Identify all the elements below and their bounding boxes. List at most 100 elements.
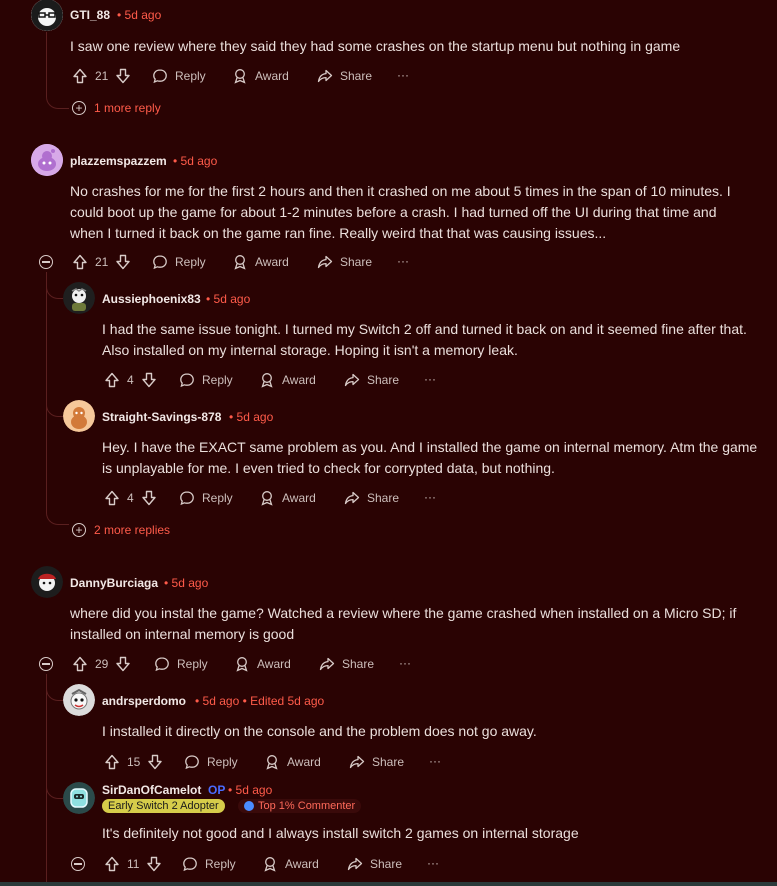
upvote-button[interactable]: 15 bbox=[104, 754, 163, 770]
timestamp: • 5d ago bbox=[117, 8, 162, 22]
upvote-icon bbox=[105, 490, 119, 506]
award-button[interactable]: Award bbox=[259, 372, 316, 388]
avatar[interactable] bbox=[31, 144, 63, 176]
comment-icon bbox=[153, 255, 167, 270]
comment-text: It's definitely not good and I always in… bbox=[102, 825, 579, 841]
username[interactable]: DannyBurciaga bbox=[70, 576, 158, 590]
share-button[interactable]: Share bbox=[317, 254, 372, 270]
username[interactable]: SirDanOfCamelot bbox=[102, 783, 201, 797]
upvote-icon bbox=[73, 254, 87, 270]
upvote-icon bbox=[73, 656, 87, 672]
downvote-icon[interactable] bbox=[147, 754, 163, 770]
comment-icon bbox=[153, 69, 167, 84]
upvote-button[interactable]: 29 bbox=[72, 656, 131, 672]
username[interactable]: GTI_88 bbox=[70, 8, 110, 22]
overflow-menu-button[interactable]: ··· bbox=[424, 490, 436, 504]
username[interactable]: plazzemspazzem bbox=[70, 154, 167, 168]
more-replies-link[interactable]: + 1 more reply bbox=[72, 101, 161, 115]
op-badge: OP bbox=[208, 783, 226, 797]
expand-icon: + bbox=[72, 523, 86, 537]
share-button[interactable]: Share bbox=[347, 856, 402, 872]
award-button[interactable]: Award bbox=[234, 656, 291, 672]
overflow-menu-button[interactable]: ··· bbox=[429, 754, 441, 768]
username[interactable]: Straight-Savings-878 bbox=[102, 410, 221, 424]
award-icon bbox=[261, 491, 273, 506]
downvote-icon[interactable] bbox=[141, 490, 157, 506]
overflow-menu-button[interactable]: ··· bbox=[424, 372, 436, 386]
upvote-button[interactable]: 21 bbox=[72, 68, 131, 84]
award-button[interactable]: Award bbox=[264, 754, 321, 770]
reply-button[interactable]: Reply bbox=[152, 254, 206, 270]
share-icon bbox=[317, 69, 333, 83]
overflow-menu-button[interactable]: ··· bbox=[427, 856, 439, 870]
share-button[interactable]: Share bbox=[317, 68, 372, 84]
share-icon bbox=[317, 255, 333, 269]
vote-count: 11 bbox=[127, 857, 140, 871]
award-icon bbox=[234, 69, 246, 84]
comment-text: I saw one review where they said they ha… bbox=[70, 38, 681, 54]
reply-button[interactable]: Reply bbox=[184, 754, 238, 770]
share-button[interactable]: Share bbox=[319, 656, 374, 672]
avatar[interactable] bbox=[63, 282, 95, 314]
share-button[interactable]: Share bbox=[344, 490, 399, 506]
timestamp: • 5d ago bbox=[229, 410, 274, 424]
top-commenter-badge: Top 1% Commenter bbox=[238, 799, 362, 813]
username[interactable]: andrsperdomo bbox=[102, 694, 186, 708]
overflow-menu-button[interactable]: ··· bbox=[397, 68, 409, 82]
overflow-menu-button[interactable]: ··· bbox=[397, 254, 409, 268]
collapse-thread-button[interactable] bbox=[39, 657, 53, 671]
downvote-icon[interactable] bbox=[115, 656, 131, 672]
award-button[interactable]: Award bbox=[232, 68, 289, 84]
comment-text: Hey. I have the EXACT same problem as yo… bbox=[102, 439, 758, 476]
share-icon bbox=[319, 657, 335, 671]
comment-text: No crashes for me for the first 2 hours … bbox=[70, 183, 731, 241]
share-icon bbox=[344, 491, 360, 505]
expand-icon: + bbox=[72, 101, 86, 115]
upvote-button[interactable]: 21 bbox=[72, 254, 131, 270]
upvote-icon bbox=[73, 68, 87, 84]
timestamp: • 5d ago bbox=[206, 292, 251, 306]
award-icon bbox=[261, 373, 273, 388]
globe-icon bbox=[244, 801, 254, 811]
avatar[interactable] bbox=[63, 684, 95, 716]
collapse-thread-button[interactable] bbox=[39, 255, 53, 269]
vote-count: 4 bbox=[127, 491, 134, 505]
timestamp: • 5d ago bbox=[228, 783, 273, 797]
reply-button[interactable]: Reply bbox=[179, 490, 233, 506]
reply-button[interactable]: Reply bbox=[152, 68, 206, 84]
share-icon bbox=[347, 857, 363, 871]
vote-count: 4 bbox=[127, 373, 134, 387]
vote-count: 21 bbox=[95, 255, 109, 269]
timestamp: • 5d ago • Edited 5d ago bbox=[195, 694, 325, 708]
award-button[interactable]: Award bbox=[262, 856, 319, 872]
avatar[interactable] bbox=[63, 400, 95, 432]
upvote-icon bbox=[105, 856, 119, 872]
upvote-button[interactable]: 11 bbox=[104, 856, 162, 872]
upvote-button[interactable]: 4 bbox=[104, 490, 157, 506]
avatar[interactable] bbox=[63, 782, 95, 814]
award-button[interactable]: Award bbox=[232, 254, 289, 270]
downvote-icon[interactable] bbox=[115, 254, 131, 270]
comment-icon bbox=[155, 657, 169, 672]
avatar[interactable] bbox=[31, 0, 63, 31]
reply-button[interactable]: Reply bbox=[182, 856, 236, 872]
reply-button[interactable]: Reply bbox=[154, 656, 208, 672]
share-button[interactable]: Share bbox=[349, 754, 404, 770]
upvote-button[interactable]: 4 bbox=[104, 372, 157, 388]
downvote-icon[interactable] bbox=[115, 68, 131, 84]
overflow-menu-button[interactable]: ··· bbox=[399, 656, 411, 670]
username[interactable]: Aussiephoenix83 bbox=[102, 292, 201, 306]
comment-icon bbox=[185, 755, 199, 770]
upvote-icon bbox=[105, 754, 119, 770]
share-button[interactable]: Share bbox=[344, 372, 399, 388]
more-replies-link[interactable]: + 2 more replies bbox=[72, 523, 170, 537]
reply-button[interactable]: Reply bbox=[179, 372, 233, 388]
avatar[interactable] bbox=[31, 566, 63, 598]
award-icon bbox=[266, 755, 278, 770]
award-button[interactable]: Award bbox=[259, 490, 316, 506]
collapse-thread-button[interactable] bbox=[71, 857, 85, 871]
downvote-icon[interactable] bbox=[146, 856, 162, 872]
comment-text: where did you instal the game? Watched a… bbox=[70, 605, 737, 642]
downvote-icon[interactable] bbox=[141, 372, 157, 388]
upvote-icon bbox=[105, 372, 119, 388]
